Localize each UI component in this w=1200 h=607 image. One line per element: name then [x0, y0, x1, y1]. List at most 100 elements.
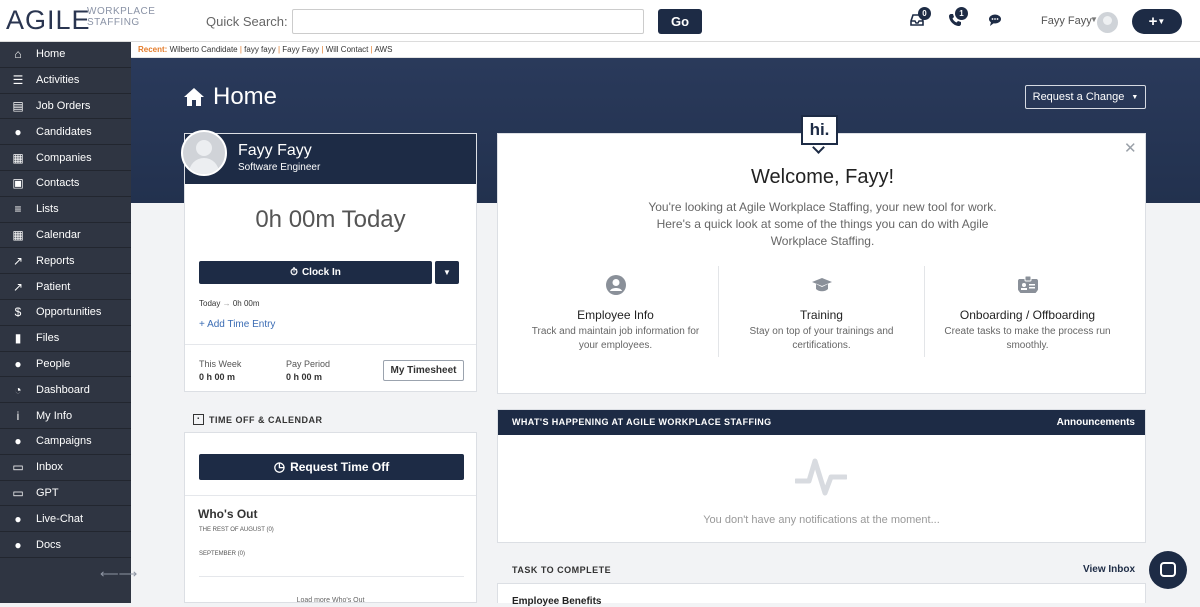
user-name[interactable]: Fayy Fayy	[1041, 15, 1092, 27]
chat-icon[interactable]	[987, 13, 1003, 29]
pulse-icon	[795, 458, 847, 496]
sidebar-item-lists[interactable]: ≡ Lists	[0, 197, 131, 223]
sidebar-item-candidates[interactable]: ● Candidates	[0, 119, 131, 146]
patient-icon: ↗	[12, 279, 24, 294]
quick-search-input[interactable]	[292, 9, 644, 34]
sidebar-item-contacts[interactable]: ▣ Contacts	[0, 171, 131, 197]
feature-title: Employee Info	[577, 308, 654, 322]
feature-employee-info[interactable]: Employee Info Track and maintain job inf…	[513, 274, 718, 353]
clock-plus-icon: ◷	[273, 459, 286, 474]
arrow-right-icon: →	[222, 299, 233, 308]
tasks-section-title: TASK TO COMPLETE	[512, 565, 612, 575]
sidebar-item-files[interactable]: ▮ Files	[0, 326, 131, 352]
rest-of-month-line: THE REST OF AUGUST (0)	[199, 527, 274, 533]
divider	[185, 344, 476, 345]
task-item[interactable]: Employee Benefits	[512, 596, 601, 607]
id-card-icon	[1017, 275, 1038, 293]
sidebar-item-campaigns[interactable]: ● Campaigns	[0, 429, 131, 455]
sidebar-item-job-orders[interactable]: ▤ Job Orders	[0, 94, 131, 120]
feature-onboarding[interactable]: Onboarding / Offboarding Create tasks to…	[925, 274, 1130, 353]
sidebar-item-label: Docs	[36, 538, 62, 551]
today-label: Today	[199, 299, 221, 308]
sidebar-item-opportunities[interactable]: $ Opportunities	[0, 300, 131, 326]
add-time-entry-link[interactable]: + Add Time Entry	[199, 319, 275, 330]
sidebar-nav: ⌂ Home ☰ Activities ▤ Job Orders ● Candidates ▦ C…	[0, 42, 131, 558]
live-chat-launcher[interactable]	[1149, 551, 1187, 589]
sidebar-item-live-chat[interactable]: ● Live-Chat	[0, 506, 131, 533]
info-icon: i	[16, 408, 20, 423]
recent-bar: Recent: Wilberto Candidate | fayy fayy |…	[131, 42, 1200, 58]
sidebar-item-home[interactable]: ⌂ Home	[0, 42, 131, 68]
view-inbox-link[interactable]: View Inbox	[1083, 564, 1135, 575]
request-change-button[interactable]: Request a Change ▼	[1025, 85, 1146, 109]
sidebar-item-reports[interactable]: ↗ Reports	[0, 248, 131, 275]
sidebar-item-label: Calendar	[36, 228, 81, 241]
people-icon: ●	[14, 356, 22, 371]
sidebar-item-label: Dashboard	[36, 383, 90, 396]
clock-in-button[interactable]: ⏱ Clock In	[199, 261, 432, 284]
activities-icon: ☰	[12, 73, 24, 88]
profile-card: Fayy Fayy Software Engineer 0h 00m Today…	[181, 130, 477, 392]
close-icon[interactable]: ✕	[1124, 139, 1137, 157]
recent-item[interactable]: Fayy Fayy	[282, 45, 319, 54]
sidebar-item-docs[interactable]: ● Docs	[0, 532, 131, 558]
top-bar: AGILE WORKPLACE STAFFING Quick Search: G…	[0, 0, 1200, 42]
chevron-down-icon: ▼	[1157, 17, 1166, 26]
sidebar-item-activities[interactable]: ☰ Activities	[0, 68, 131, 94]
inbox-badge: 0	[918, 7, 931, 20]
brand-logo[interactable]: AGILE WORKPLACE STAFFING	[6, 5, 155, 35]
divider	[199, 576, 464, 577]
sidebar-item-label: Lists	[36, 203, 59, 216]
calendar-icon: ▦	[12, 227, 24, 242]
feature-training[interactable]: Training Stay on top of your trainings a…	[719, 274, 924, 353]
sidebar-item-label: People	[36, 357, 71, 370]
request-time-off-button[interactable]: ◷ Request Time Off	[199, 454, 464, 480]
brand-subtitle: WORKPLACE STAFFING	[87, 6, 156, 28]
recent-item[interactable]: AWS	[374, 45, 392, 54]
sidebar-item-companies[interactable]: ▦ Companies	[0, 145, 131, 171]
calendar-icon: ▪	[193, 414, 204, 425]
profile-header: Fayy Fayy Software Engineer	[181, 130, 476, 184]
inbox-icon: ▭	[12, 460, 24, 475]
add-new-button[interactable]: +▼	[1132, 9, 1182, 34]
sidebar-item-inbox[interactable]: ▭ Inbox	[0, 455, 131, 481]
sidebar-item-my-info[interactable]: i My Info	[0, 403, 131, 429]
time-off-title-text: TIME OFF & CALENDAR	[209, 414, 323, 425]
sidebar-item-patient[interactable]: ↗ Patient	[0, 274, 131, 300]
sidebar-item-label: Home	[36, 48, 66, 61]
dollar-icon: $	[14, 305, 22, 320]
home-icon: ⌂	[14, 47, 22, 62]
welcome-description: You're looking at Agile Workplace Staffi…	[648, 200, 997, 248]
time-off-section-title: ▪ TIME OFF & CALENDAR	[193, 414, 323, 425]
collapse-arrows-icon[interactable]: ⟵⟶	[100, 566, 137, 582]
sidebar-item-calendar[interactable]: ▦ Calendar	[0, 223, 131, 249]
hours-today: 0h 00m Today	[255, 206, 406, 233]
chat-icon: ●	[14, 511, 22, 526]
recent-item[interactable]: Wilberto Candidate	[170, 45, 238, 54]
sidebar-item-gpt[interactable]: ▭ GPT	[0, 481, 131, 507]
this-week-value: 0 h 00 m	[199, 372, 236, 382]
pay-period-label: Pay Period	[286, 359, 331, 369]
recent-item[interactable]: Will Contact	[326, 45, 369, 54]
clock-options-button[interactable]: ▼	[435, 261, 459, 284]
announcements-link[interactable]: Announcements	[1057, 410, 1135, 435]
sidebar-item-label: Files	[36, 332, 60, 345]
campaigns-icon: ●	[14, 434, 22, 449]
avatar[interactable]	[181, 130, 227, 176]
sidebar-item-label: Opportunities	[36, 306, 102, 319]
clock-in-label: Clock In	[301, 267, 341, 278]
gpt-icon: ▭	[12, 485, 24, 500]
avatar[interactable]	[1097, 12, 1118, 33]
sidebar-item-people[interactable]: ● People	[0, 352, 131, 378]
sidebar-item-dashboard[interactable]: ◔ Dashboard	[0, 377, 131, 404]
sidebar-item-label: Patient	[36, 280, 71, 293]
recent-item[interactable]: fayy fayy	[244, 45, 276, 54]
sidebar-item-label: Contacts	[36, 177, 80, 190]
contacts-icon: ▣	[12, 176, 24, 191]
job-orders-icon: ▤	[12, 98, 24, 113]
my-timesheet-button[interactable]: My Timesheet	[383, 360, 464, 381]
quick-search-label: Quick Search:	[206, 14, 288, 29]
chevron-down-icon: ▼	[443, 268, 451, 277]
go-button[interactable]: Go	[658, 9, 702, 34]
feature-title: Training	[800, 308, 843, 322]
